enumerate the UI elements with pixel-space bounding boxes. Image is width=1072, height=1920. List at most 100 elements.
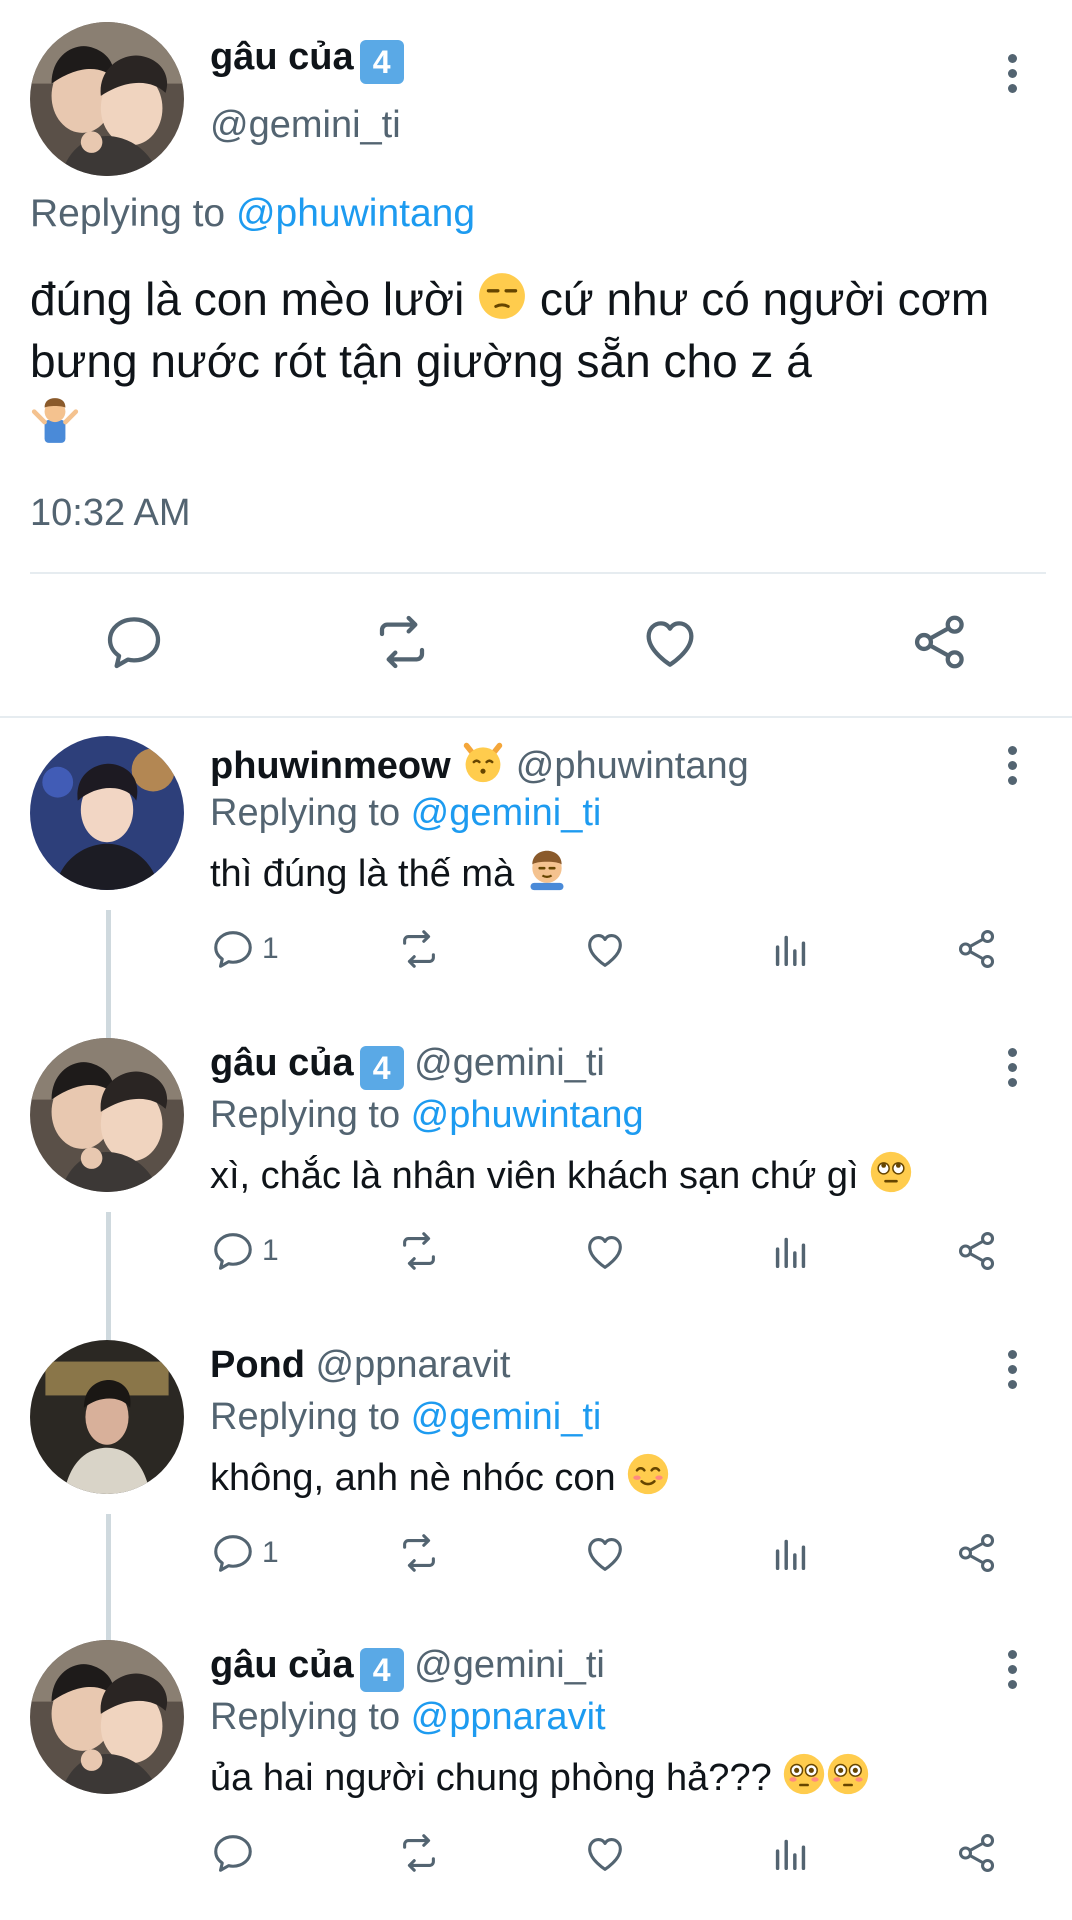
replying-mention-link[interactable]: @gemini_ti xyxy=(411,1396,602,1438)
smiling-face-emoji xyxy=(628,1453,669,1495)
avatar[interactable] xyxy=(30,1340,184,1494)
replying-to: Replying to @ppnaravit xyxy=(210,1696,606,1739)
author-name[interactable]: gâu của xyxy=(210,1042,354,1084)
man-getting-massage-emoji xyxy=(530,850,564,891)
replying-mention-link[interactable]: @ppnaravit xyxy=(411,1696,606,1738)
reply-icon xyxy=(210,1530,256,1576)
retweet-icon[interactable] xyxy=(396,1226,442,1276)
replying-mention-link[interactable]: @phuwintang xyxy=(411,1094,644,1136)
reply-tweet[interactable]: gâu của 4 @gemini_ti Replying to @phuwint… xyxy=(0,1018,1072,1318)
more-icon[interactable] xyxy=(992,1644,1032,1694)
replying-to: Replying to @gemini_ti xyxy=(210,792,601,835)
reply-header: Pond @ppnaravit xyxy=(210,1344,510,1387)
stats-icon[interactable] xyxy=(768,1828,814,1878)
heart-icon[interactable] xyxy=(582,1828,628,1878)
replying-prefix: Replying to xyxy=(210,1094,411,1136)
flushed-face-emoji xyxy=(784,1753,825,1795)
reply-action[interactable]: 1 xyxy=(210,924,279,974)
replying-prefix: Replying to xyxy=(210,1696,411,1738)
reply-icon xyxy=(210,926,256,972)
avatar-photo xyxy=(30,1340,184,1494)
reply-text: ủa hai người chung phòng hả??? xyxy=(210,1752,870,1800)
author-name[interactable]: gâu của 4 xyxy=(210,36,404,84)
reply-text-content: không, anh nè nhóc con xyxy=(210,1457,616,1499)
more-icon[interactable] xyxy=(992,1344,1032,1394)
replying-mention-link[interactable]: @phuwintang xyxy=(236,192,475,235)
replying-prefix: Replying to xyxy=(210,1396,411,1438)
more-icon[interactable] xyxy=(992,48,1032,98)
author-name[interactable]: gâu của xyxy=(210,1644,354,1686)
stats-icon[interactable] xyxy=(768,1528,814,1578)
avatar[interactable] xyxy=(30,736,184,890)
retweet-icon[interactable] xyxy=(396,1528,442,1578)
share-icon[interactable] xyxy=(908,610,972,674)
divider xyxy=(30,572,1046,574)
reply-text: xì, chắc là nhân viên khách sạn chứ gì xyxy=(210,1150,913,1198)
heart-icon[interactable] xyxy=(638,610,702,674)
reply-count: 1 xyxy=(262,932,279,965)
reply-tweet[interactable]: Pond @ppnaravit Replying to @gemini_ti k… xyxy=(0,1320,1072,1620)
reply-header: phuwinmeow @phuwintang xyxy=(210,740,749,788)
flushed-face-emoji xyxy=(828,1753,869,1795)
avatar-photo xyxy=(30,1640,184,1794)
author-name-text: gâu của xyxy=(210,36,354,78)
author-handle[interactable]: @gemini_ti xyxy=(414,1042,605,1084)
replying-to: Replying to @gemini_ti xyxy=(210,1396,601,1439)
tweet-text-part1: đúng là con mèo lười xyxy=(30,273,465,325)
author-handle[interactable]: @gemini_ti xyxy=(414,1644,605,1686)
reply-text: thì đúng là thế mà xyxy=(210,848,569,896)
reply-icon[interactable] xyxy=(102,610,166,674)
share-icon[interactable] xyxy=(954,1226,1000,1276)
reply-tweet[interactable]: gâu của 4 @gemini_ti Replying to @ppnarav… xyxy=(0,1620,1072,1920)
avatar[interactable] xyxy=(30,22,184,176)
main-tweet: gâu của 4 @gemini_ti Replying to @phuwint… xyxy=(0,0,1072,718)
reply-count: 1 xyxy=(262,1234,279,1267)
more-icon[interactable] xyxy=(992,1042,1032,1092)
reply-header: gâu của 4 @gemini_ti xyxy=(210,1042,605,1090)
stats-icon[interactable] xyxy=(768,924,814,974)
share-icon[interactable] xyxy=(954,924,1000,974)
replying-prefix: Replying to xyxy=(30,192,236,235)
retweet-icon[interactable] xyxy=(370,610,434,674)
avatar-photo xyxy=(30,1038,184,1192)
reply-count: 1 xyxy=(262,1536,279,1569)
tweet-text: đúng là con mèo lười cứ như có người cơm… xyxy=(30,268,1050,454)
replying-to: Replying to @phuwintang xyxy=(30,192,475,236)
keycap-badge: 4 xyxy=(359,1046,404,1090)
share-icon[interactable] xyxy=(954,1828,1000,1878)
retweet-icon[interactable] xyxy=(396,924,442,974)
replying-prefix: Replying to xyxy=(210,792,411,834)
heart-icon[interactable] xyxy=(582,924,628,974)
reply-text: không, anh nè nhóc con xyxy=(210,1452,670,1500)
author-name[interactable]: phuwinmeow xyxy=(210,745,451,787)
avatar-photo xyxy=(30,736,184,890)
reply-icon xyxy=(210,1830,256,1876)
more-icon[interactable] xyxy=(992,740,1032,790)
reply-action[interactable]: 1 xyxy=(210,1528,279,1578)
heart-icon[interactable] xyxy=(582,1528,628,1578)
reply-action[interactable]: 1 xyxy=(210,1226,279,1276)
share-icon[interactable] xyxy=(954,1528,1000,1578)
kissing-cat-emoji xyxy=(463,742,503,783)
author-handle[interactable]: @gemini_ti xyxy=(210,104,401,147)
reply-action[interactable] xyxy=(210,1828,262,1878)
replying-to: Replying to @phuwintang xyxy=(210,1094,644,1137)
author-handle[interactable]: @phuwintang xyxy=(516,745,749,787)
unamused-face-emoji xyxy=(479,273,526,319)
retweet-icon[interactable] xyxy=(396,1828,442,1878)
avatar[interactable] xyxy=(30,1640,184,1794)
avatar[interactable] xyxy=(30,1038,184,1192)
reply-text-content: xì, chắc là nhân viên khách sạn chứ gì xyxy=(210,1155,859,1197)
face-with-rolling-eyes-emoji xyxy=(871,1151,912,1193)
man-shrugging-emoji xyxy=(31,398,79,443)
author-name[interactable]: Pond xyxy=(210,1344,305,1386)
reply-tweet[interactable]: phuwinmeow @phuwintang Replying to @gemi… xyxy=(0,716,1072,1016)
avatar-photo xyxy=(30,22,184,176)
replying-mention-link[interactable]: @gemini_ti xyxy=(411,792,602,834)
reply-text-content: thì đúng là thế mà xyxy=(210,853,515,895)
reply-header: gâu của 4 @gemini_ti xyxy=(210,1644,605,1692)
author-handle[interactable]: @ppnaravit xyxy=(316,1344,511,1386)
stats-icon[interactable] xyxy=(768,1226,814,1276)
heart-icon[interactable] xyxy=(582,1226,628,1276)
reply-icon xyxy=(210,1228,256,1274)
